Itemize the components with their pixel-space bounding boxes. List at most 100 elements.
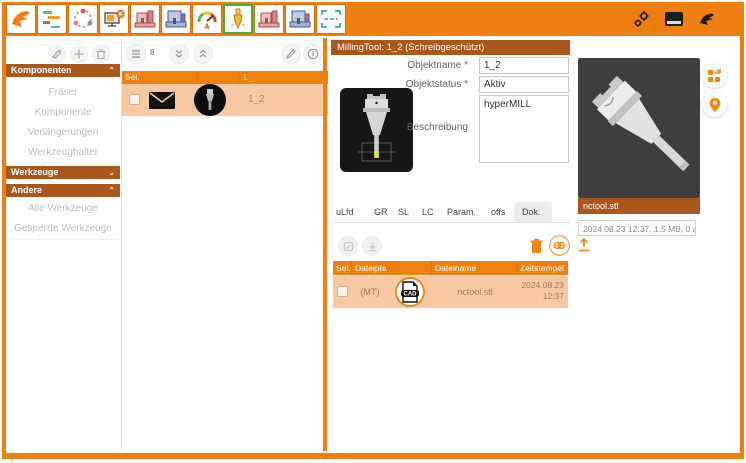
docs-column-name: Dateiname	[432, 261, 518, 275]
sidebar-section-andere[interactable]: Andere ⌃	[6, 184, 120, 197]
chevron-up-icon: ⌃	[108, 184, 115, 197]
envelope-icon	[148, 91, 176, 110]
app-window: Komponenten ⌃ Fräser Komponente Verlänge…	[0, 0, 746, 463]
svg-text:CAD: CAD	[404, 292, 418, 298]
docs-row-checkbox[interactable]	[337, 286, 348, 297]
info-button[interactable]	[303, 44, 323, 64]
plus-icon	[73, 48, 85, 60]
link-document-button[interactable]	[549, 235, 570, 256]
docs-row-filename: nctool.stl	[432, 287, 518, 297]
sidebar-item-fraeser[interactable]: Fräser	[6, 83, 120, 104]
tab-network[interactable]	[68, 4, 98, 34]
network-icon	[71, 7, 95, 31]
delete-document-icon[interactable]	[529, 238, 544, 254]
info-icon	[307, 48, 319, 60]
menu-button[interactable]	[126, 44, 146, 64]
panel-divider	[323, 38, 327, 451]
sidebar-section-werkzeuge[interactable]: Werkzeuge ⌄	[6, 166, 120, 179]
tool-list-header: Sel. 1_	[122, 71, 328, 84]
upload-icon[interactable]	[576, 237, 592, 253]
sidebar-item-gesperrte-werkzeuge[interactable]: Gesperrte Werkzeuge	[6, 219, 120, 240]
cnc-machine-icon	[257, 7, 281, 31]
sidebar-item-werkzeughalter[interactable]: Werkzeughalter	[6, 143, 120, 164]
gantt-chart-icon	[40, 7, 64, 31]
console-icon[interactable]	[664, 11, 684, 27]
tab-gr[interactable]: GR	[374, 207, 388, 217]
tabs-underline	[331, 222, 570, 223]
download-icon	[367, 241, 378, 252]
docs-column-time: Zeitstempel	[518, 261, 568, 275]
locate-button[interactable]	[702, 92, 727, 117]
brush-button[interactable]	[48, 45, 66, 63]
docs-column-path: Dateipfad	[352, 261, 388, 275]
cad-file-icon: CAD	[395, 277, 425, 307]
hummingbird-icon	[9, 7, 33, 31]
milling-tool-icon	[226, 7, 250, 31]
collapse-all-button[interactable]	[193, 44, 213, 64]
location-pin-icon	[708, 97, 722, 113]
monitor-gear-icon	[102, 7, 126, 31]
tab-machine-4[interactable]	[285, 4, 315, 34]
scan-frame-icon	[319, 7, 343, 31]
tool-thumbnail-icon	[194, 84, 226, 116]
objektstatus-field[interactable]	[479, 76, 569, 93]
docs-column-sel: Sel.	[333, 261, 352, 275]
export-parts-button[interactable]	[702, 63, 727, 88]
tab-machine-1[interactable]	[130, 4, 160, 34]
pencil-icon	[285, 48, 297, 60]
chevron-up-icon: ⌃	[108, 64, 115, 77]
window-border-right	[740, 36, 744, 457]
gears-icon[interactable]	[632, 10, 650, 28]
sidebar-section-komponenten[interactable]: Komponenten ⌃	[6, 64, 120, 77]
column-sel: Sel.	[122, 71, 143, 84]
objektname-field[interactable]	[479, 57, 569, 74]
hamburger-icon	[130, 48, 142, 60]
section-label: Werkzeuge	[11, 166, 58, 179]
toolbar-right-group	[632, 10, 744, 28]
download-button[interactable]	[362, 236, 382, 256]
export-parts-icon	[707, 68, 722, 83]
viewport-meta: 2024.08.23 12:37, 1.5 MB, 0 archivier	[578, 220, 696, 236]
select-all-button[interactable]	[338, 236, 358, 256]
add-button[interactable]	[70, 45, 88, 63]
sidebar-item-verlaengerungen[interactable]: Verlängerungen	[6, 123, 120, 144]
tab-ulfd[interactable]: uLfd	[336, 207, 354, 217]
gauge-icon	[195, 7, 219, 31]
beschreibung-label: Beschreibung	[392, 122, 468, 133]
edit-button[interactable]	[281, 44, 301, 64]
section-label: Komponenten	[11, 64, 72, 77]
trash-icon	[95, 48, 107, 60]
sidebar-item-alle-werkzeuge[interactable]: Alle Werkzeuge	[6, 199, 120, 220]
tab-gantt-chart[interactable]	[37, 4, 67, 34]
tab-scan-frame[interactable]	[316, 4, 346, 34]
section-label: Andere	[11, 184, 42, 197]
hummingbird-logo[interactable]	[6, 4, 36, 34]
double-chevron-down-icon	[173, 48, 185, 60]
brush-icon	[51, 48, 63, 60]
tab-machine-3[interactable]	[254, 4, 284, 34]
expand-all-button[interactable]	[169, 44, 189, 64]
row-checkbox[interactable]	[129, 94, 140, 105]
objektname-label: Objektname *	[392, 60, 468, 71]
tab-monitor-settings[interactable]	[99, 4, 129, 34]
viewport-3d[interactable]	[578, 58, 700, 198]
app-toolbar	[2, 2, 744, 36]
tab-offs[interactable]: offs	[491, 207, 505, 217]
tab-gauge[interactable]	[192, 4, 222, 34]
tab-param[interactable]: Param.	[447, 207, 476, 217]
delete-button[interactable]	[92, 45, 110, 63]
tab-sl[interactable]: SL	[398, 207, 409, 217]
tool-list-row[interactable]: 1_2	[122, 84, 328, 116]
tab-dok-active[interactable]: Dok.	[522, 207, 541, 217]
select-square-icon	[343, 241, 354, 252]
tab-lc[interactable]: LC	[422, 207, 434, 217]
machining-center-icon	[288, 7, 312, 31]
tab-milling-tool-active[interactable]	[223, 4, 253, 34]
docs-table-row[interactable]: (MT) CAD nctool.stl 2024.08.23 12:37	[333, 276, 568, 308]
tab-machine-2[interactable]	[161, 4, 191, 34]
sidebar-item-komponente[interactable]: Komponente	[6, 103, 120, 124]
bird-icon[interactable]	[698, 10, 716, 28]
link-icon	[553, 239, 566, 252]
beschreibung-field[interactable]: hyperMILL	[479, 95, 569, 163]
tool-3d-render	[578, 58, 700, 198]
